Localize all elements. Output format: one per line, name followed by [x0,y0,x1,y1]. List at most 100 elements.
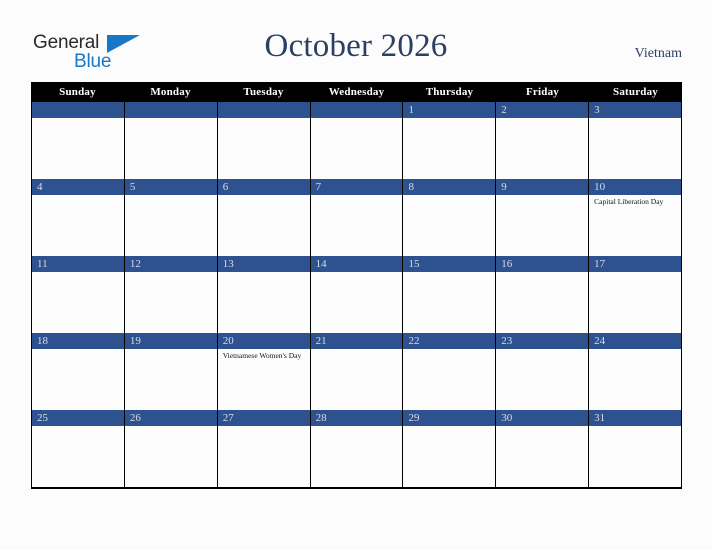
day-cell[interactable]: 6 [217,179,311,256]
week-row: 18 19 20 Vietnamese Women's Day 21 22 23… [32,333,683,410]
day-cell[interactable]: 30 [496,410,590,487]
day-body [310,118,403,179]
day-cell[interactable]: 14 [310,256,404,333]
day-body [124,426,217,487]
day-number-bar: 2 [496,102,589,118]
day-cell[interactable]: 16 [496,256,590,333]
day-cell[interactable]: 12 [124,256,218,333]
day-cell[interactable]: 29 [403,410,497,487]
day-number: 28 [315,412,327,424]
weekday-header-friday: Friday [526,86,559,98]
day-cell[interactable]: 15 [403,256,497,333]
day-cell[interactable]: 28 [310,410,404,487]
day-cell[interactable] [310,102,404,179]
day-number-bar: 7 [310,179,403,195]
day-number-bar [217,102,310,118]
day-cell[interactable]: 5 [124,179,218,256]
day-body [496,272,589,333]
day-number: 24 [594,335,606,347]
day-body: Capital Liberation Day [589,195,682,256]
day-number: 27 [222,412,234,424]
day-cell[interactable]: 9 [496,179,590,256]
page-title: October 2026 [264,28,448,64]
day-cell[interactable]: 21 [310,333,404,410]
day-cell[interactable]: 24 [589,333,683,410]
day-body [589,349,682,410]
day-number: 20 [222,335,234,347]
day-body [217,195,310,256]
week-row: 25 26 27 28 29 30 31 [32,410,683,487]
day-number-bar: 4 [32,179,124,195]
day-number-bar [310,102,403,118]
day-cell[interactable]: 8 [403,179,497,256]
day-cell[interactable]: 10 Capital Liberation Day [589,179,683,256]
day-body [589,118,682,179]
week-row: 4 5 6 7 8 9 10 Capital Liberation Day [32,179,683,256]
day-cell[interactable]: 7 [310,179,404,256]
day-cell[interactable] [32,102,125,179]
day-number-bar [124,102,217,118]
day-cell[interactable]: 17 [589,256,683,333]
day-body [217,272,310,333]
day-cell[interactable]: 23 [496,333,590,410]
weekday-header-saturday: Saturday [613,86,658,98]
day-body [32,118,124,179]
calendar-table: Sunday Monday Tuesday Wednesday Thursday… [31,82,683,489]
day-body [124,118,217,179]
day-body [310,349,403,410]
day-body [32,349,124,410]
day-cell[interactable] [124,102,218,179]
day-number-bar: 25 [32,410,124,426]
day-number-bar: 1 [403,102,496,118]
day-number-bar: 5 [124,179,217,195]
holiday-label: Vietnamese Women's Day [222,351,302,360]
day-cell[interactable]: 11 [32,256,125,333]
day-number-bar: 30 [496,410,589,426]
day-number: 8 [408,181,414,193]
day-cell[interactable]: 20 Vietnamese Women's Day [217,333,311,410]
day-cell[interactable]: 18 [32,333,125,410]
day-number: 15 [408,258,420,270]
day-cell[interactable]: 27 [217,410,311,487]
day-number: 13 [222,258,234,270]
day-body [403,349,496,410]
day-number-bar: 3 [589,102,682,118]
day-cell[interactable]: 31 [589,410,683,487]
weekday-header-row: Sunday Monday Tuesday Wednesday Thursday… [31,82,682,102]
day-number: 11 [37,258,48,270]
day-number-bar: 16 [496,256,589,272]
page-header: General Blue October 2026 Vietnam [0,0,712,80]
day-number-bar: 24 [589,333,682,349]
day-number: 4 [37,181,43,193]
day-cell[interactable]: 22 [403,333,497,410]
day-body: Vietnamese Women's Day [217,349,310,410]
day-cell[interactable]: 3 [589,102,683,179]
day-cell[interactable]: 13 [217,256,311,333]
day-cell[interactable]: 4 [32,179,125,256]
day-number-bar: 28 [310,410,403,426]
day-body [310,195,403,256]
weekday-header-thursday: Thursday [425,86,474,98]
day-body [124,272,217,333]
day-number-bar: 8 [403,179,496,195]
day-cell[interactable]: 25 [32,410,125,487]
day-cell[interactable]: 1 [403,102,497,179]
day-cell[interactable]: 19 [124,333,218,410]
day-number: 31 [594,412,606,424]
day-number: 14 [315,258,327,270]
day-number-bar: 27 [217,410,310,426]
day-number: 19 [129,335,141,347]
day-number-bar: 19 [124,333,217,349]
day-number-bar: 14 [310,256,403,272]
day-number: 29 [408,412,420,424]
day-cell[interactable] [217,102,311,179]
day-number: 9 [501,181,507,193]
day-number: 6 [222,181,229,193]
day-body [310,426,403,487]
weekday-header-wednesday: Wednesday [328,86,385,98]
day-number-bar: 13 [217,256,310,272]
day-body [589,272,682,333]
day-number-bar: 26 [124,410,217,426]
day-cell[interactable]: 26 [124,410,218,487]
day-cell[interactable]: 2 [496,102,590,179]
